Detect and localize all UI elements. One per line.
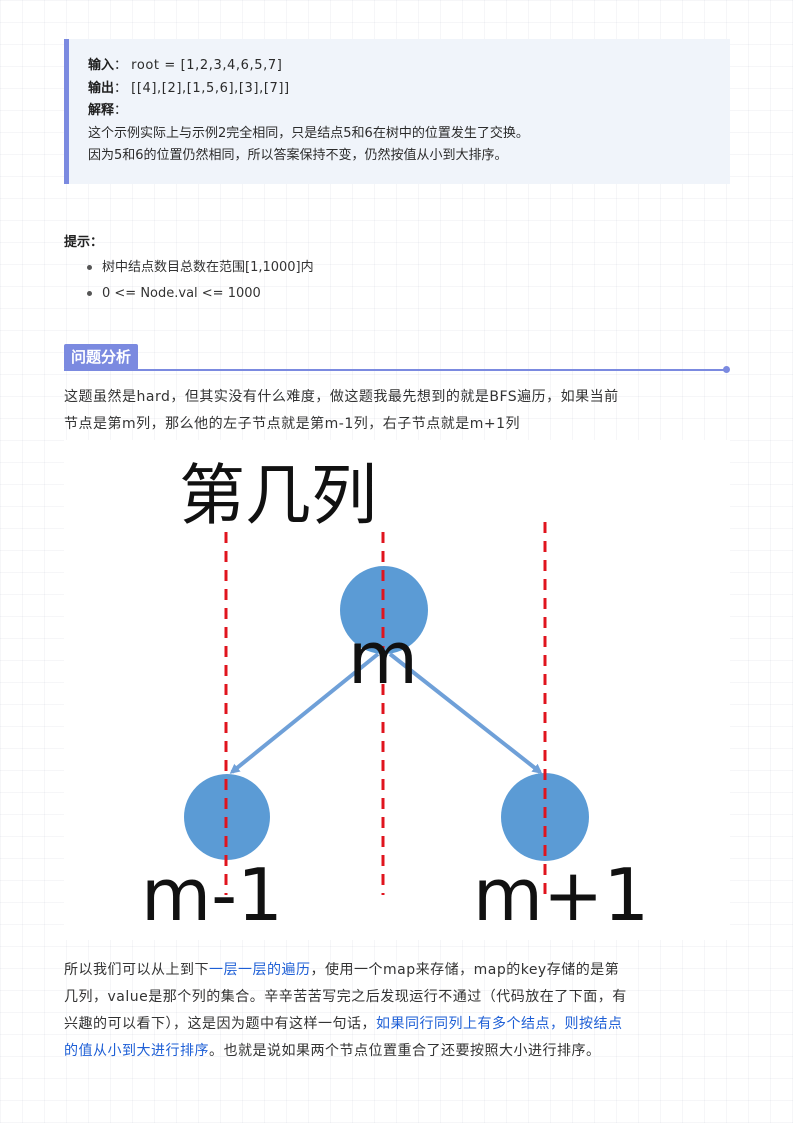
input-value: root = [1,2,3,4,6,5,7] [131,58,283,73]
explain-text-1: 这个示例实际上与示例2完全相同，只是结点5和6在树中的位置发生了交换。 [88,125,529,141]
analysis-paragraph-2: 所以我们可以从上到下一层一层的遍历，使用一个map来存储，map的key存储的是… [64,957,730,1065]
left-node-label: m-1 [141,853,283,937]
analysis2-text: ，使用一个map来存储，map的key存储的是第 [310,962,620,978]
analysis2-line-4: 的值从小到大进行排序。也就是说如果两个节点位置重合了还要按照大小进行排序。 [64,1038,730,1065]
right-node-label: m+1 [473,853,649,937]
analysis-paragraph-1: 这题虽然是hard，但其实没有什么难度，做这题我最先想到的就是BFS遍历，如果当… [64,384,730,438]
analysis2-line-2: 几列，value是那个列的集合。辛辛苦苦写完之后发现运行不通过（代码放在了下面，… [64,989,627,1005]
input-label: 输入 [88,58,115,73]
explain-text-2: 因为5和6的位置仍然相同，所以答案保持不变，仍然按值从小到大排序。 [88,148,508,164]
section-rule-dot [723,366,730,373]
example-input-line: 输入： root = [1,2,3,4,6,5,7] [88,58,283,73]
analysis-line-1: 这题虽然是hard，但其实没有什么难度，做这题我最先想到的就是BFS遍历，如果当… [64,389,619,405]
output-value: [[4],[2],[1,5,6],[3],[7]] [131,80,290,96]
analysis2-text: 兴趣的可以看下），这是因为题中有这样一句话， [64,1016,376,1032]
analysis2-text: 。也就是说如果两个节点位置重合了还要按照大小进行排序。 [209,1043,601,1059]
hint-item: 树中结点数目总数在范围[1,1000]内 [64,255,314,281]
analysis2-line-1: 所以我们可以从上到下一层一层的遍历，使用一个map来存储，map的key存储的是… [64,957,730,984]
example-output-line: 输出： [[4],[2],[1,5,6],[3],[7]] [88,80,290,96]
example-explain-line: 解释： [88,103,128,119]
section-heading: 问题分析 [64,344,730,373]
hint-item: 0 <= Node.val <= 1000 [64,281,314,307]
highlight-text: 一层一层的遍历 [209,962,311,978]
hints-list: 树中结点数目总数在范围[1,1000]内 0 <= Node.val <= 10… [64,255,314,307]
output-label: 输出 [88,80,115,96]
explain-label: 解释 [88,103,115,119]
example-block: 输入： root = [1,2,3,4,6,5,7] 输出： [[4],[2],… [64,39,730,184]
highlight-text: 如果同行同列上有多个结点，则按结点 [376,1016,623,1032]
section-rule [64,369,726,371]
analysis2-text: 所以我们可以从上到下 [64,962,209,978]
column-diagram: 第几列 m m-1 m+1 [64,440,730,940]
analysis2-line-3: 兴趣的可以看下），这是因为题中有这样一句话，如果同行同列上有多个结点，则按结点 [64,1011,730,1038]
diagram-title: 第几列 [179,457,377,534]
hints-title: 提示： [64,235,104,250]
column-diagram-svg: 第几列 m m-1 m+1 [64,440,730,940]
section-title: 问题分析 [64,344,139,370]
highlight-text: 的值从小到大进行排序 [64,1043,209,1059]
analysis-line-2: 节点是第m列，那么他的左子节点就是第m-1列，右子节点就是m+1列 [64,416,521,432]
root-node-label: m [348,616,418,700]
